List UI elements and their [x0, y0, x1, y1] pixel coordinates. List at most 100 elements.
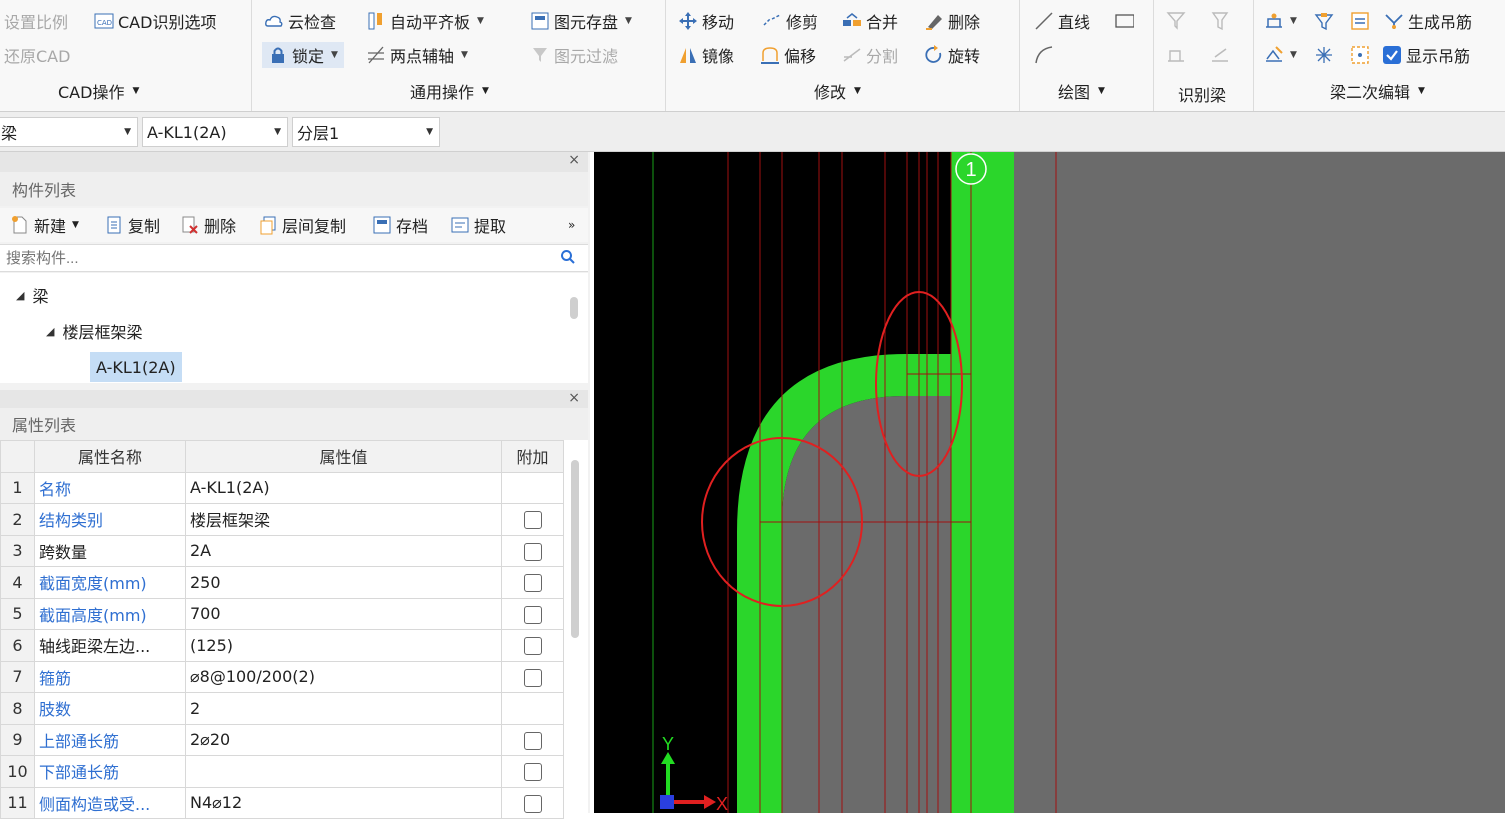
- two-point-axis-button[interactable]: 两点辅轴 ▼: [366, 42, 468, 68]
- lock-button[interactable]: 锁定 ▼: [262, 42, 344, 68]
- delete-component-button[interactable]: 删除: [180, 212, 236, 238]
- property-name: 结构类别: [34, 503, 186, 536]
- property-value[interactable]: [185, 755, 502, 788]
- search-icon[interactable]: [560, 249, 576, 269]
- extra-checkbox[interactable]: [523, 605, 542, 624]
- collapse-triangle-icon[interactable]: ◢: [46, 325, 54, 338]
- beam-edit-tool-3[interactable]: [1350, 8, 1374, 34]
- property-row[interactable]: 9 上部通长筋 2⌀20: [0, 723, 564, 756]
- extra-checkbox[interactable]: [523, 731, 542, 750]
- floor-copy-button[interactable]: 层间复制: [258, 212, 346, 238]
- cad-recognize-options-button[interactable]: CAD CAD识别选项: [94, 8, 216, 34]
- copy-component-button[interactable]: 复制: [104, 212, 160, 238]
- show-hanger-checkbox[interactable]: 显示吊筋: [1382, 42, 1470, 68]
- property-name: 上部通长筋: [34, 723, 186, 756]
- property-scrollbar[interactable]: [571, 460, 579, 638]
- type-select[interactable]: 梁 ▼: [0, 117, 138, 147]
- arc-button[interactable]: [1034, 42, 1058, 68]
- offset-button[interactable]: 偏移: [760, 42, 816, 68]
- property-row[interactable]: 3 跨数量 2A: [0, 534, 564, 567]
- rotate-button[interactable]: 旋转: [924, 42, 980, 68]
- mirror-button[interactable]: 镜像: [678, 42, 734, 68]
- group-label-identify[interactable]: 识别梁: [1178, 83, 1226, 105]
- group-label-general[interactable]: 通用操作 ▼: [410, 80, 489, 102]
- property-value[interactable]: 楼层框架梁: [185, 503, 502, 536]
- property-value[interactable]: 2: [185, 692, 502, 725]
- set-scale-button[interactable]: 设置比例: [4, 8, 68, 34]
- identify-beam-tool-1[interactable]: [1166, 8, 1190, 34]
- ribbon-group-modify: 移动 修剪 合并 删除 镜像 偏移 分割 旋转 修改 ▼: [666, 0, 1020, 111]
- group-label-modify[interactable]: 修改 ▼: [814, 80, 861, 102]
- ribbon-group-general: 云检查 自动平齐板 ▼ 图元存盘 ▼ 锁定 ▼ 两点辅轴 ▼ 图元过滤 通用操作 ▼: [252, 0, 666, 111]
- collapse-triangle-icon[interactable]: ◢: [16, 289, 24, 302]
- cad-canvas[interactable]: 1 Y X: [594, 152, 1505, 813]
- property-value[interactable]: 700: [185, 597, 502, 630]
- line-button[interactable]: 直线: [1034, 8, 1090, 34]
- beam-edit-tool-1[interactable]: ▼: [1264, 8, 1297, 34]
- move-button[interactable]: 移动: [678, 8, 734, 34]
- extra-checkbox[interactable]: [523, 763, 542, 781]
- close-icon[interactable]: ×: [568, 152, 580, 168]
- delete-button[interactable]: 删除: [924, 8, 980, 34]
- merge-button[interactable]: 合并: [842, 8, 898, 34]
- property-row[interactable]: 6 轴线距梁左边... (125): [0, 629, 564, 662]
- save-elements-button[interactable]: 图元存盘 ▼: [530, 8, 632, 34]
- beam-edit-tool-5[interactable]: [1314, 42, 1338, 68]
- tree-node-floor-frame-beam[interactable]: ◢ 楼层框架梁: [46, 317, 142, 345]
- generate-hanger-button[interactable]: 生成吊筋: [1384, 8, 1472, 34]
- identify-beam-tool-4[interactable]: [1210, 42, 1234, 68]
- property-row[interactable]: 5 截面高度(mm) 700: [0, 597, 564, 630]
- property-value[interactable]: A-KL1(2A): [185, 471, 502, 504]
- cad-drawing[interactable]: 1 Y X: [594, 152, 1505, 813]
- group-label-cad[interactable]: CAD操作 ▼: [58, 80, 139, 102]
- header-name[interactable]: 属性名称: [34, 440, 186, 473]
- property-row[interactable]: 8 肢数 2: [0, 692, 564, 725]
- property-value[interactable]: 2⌀20: [185, 723, 502, 756]
- cloud-check-button[interactable]: 云检查: [264, 8, 336, 34]
- new-component-button[interactable]: 新建 ▼: [10, 212, 79, 238]
- split-button[interactable]: 分割: [842, 42, 898, 68]
- property-row[interactable]: 7 箍筋 ⌀8@100/200(2): [0, 660, 564, 693]
- tree-scrollbar[interactable]: [570, 297, 578, 319]
- header-extra[interactable]: 附加: [501, 440, 564, 473]
- property-value[interactable]: 250: [185, 566, 502, 599]
- beam-edit-tool-6[interactable]: [1350, 42, 1374, 68]
- extra-checkbox[interactable]: [523, 574, 542, 592]
- component-select[interactable]: A-KL1(2A) ▼: [142, 117, 288, 147]
- beam-edit-tool-4[interactable]: ▼: [1264, 42, 1297, 68]
- property-row[interactable]: 10 下部通长筋: [0, 755, 564, 788]
- identify-beam-tool-2[interactable]: [1210, 8, 1234, 34]
- group-label-draw[interactable]: 绘图 ▼: [1058, 80, 1105, 102]
- property-row[interactable]: 2 结构类别 楼层框架梁: [0, 503, 564, 536]
- element-filter-button[interactable]: 图元过滤: [530, 42, 618, 68]
- group-label-beam-edit[interactable]: 梁二次编辑 ▼: [1330, 80, 1425, 102]
- property-row[interactable]: 1 名称 A-KL1(2A): [0, 471, 564, 504]
- identify-beam-tool-3[interactable]: [1166, 42, 1190, 68]
- auto-align-slab-button[interactable]: 自动平齐板 ▼: [366, 8, 484, 34]
- header-value[interactable]: 属性值: [185, 440, 502, 473]
- property-value[interactable]: ⌀8@100/200(2): [185, 660, 502, 693]
- close-icon[interactable]: ×: [568, 390, 580, 406]
- extra-checkbox[interactable]: [523, 637, 542, 655]
- property-row[interactable]: 4 截面宽度(mm) 250: [0, 566, 564, 599]
- beam-edit-tool-2[interactable]: [1314, 8, 1338, 34]
- toolbar-overflow-button[interactable]: »: [568, 212, 575, 238]
- trim-button[interactable]: 修剪: [762, 8, 818, 34]
- property-value[interactable]: (125): [185, 629, 502, 662]
- property-value[interactable]: N4⌀12: [185, 786, 502, 819]
- property-value[interactable]: 2A: [185, 534, 502, 567]
- archive-button[interactable]: 存档: [372, 212, 428, 238]
- row-index: 2: [0, 503, 35, 536]
- property-row[interactable]: 11 侧面构造或受... N4⌀12: [0, 786, 564, 819]
- layer-select[interactable]: 分层1 ▼: [292, 117, 440, 147]
- rectangle-button[interactable]: [1114, 8, 1138, 34]
- tree-node-a-kl1[interactable]: A-KL1(2A): [90, 352, 182, 382]
- component-search-input[interactable]: [0, 245, 540, 271]
- extra-checkbox[interactable]: [523, 542, 542, 561]
- tree-node-beam[interactable]: ◢ 梁: [16, 281, 48, 309]
- extract-button[interactable]: 提取: [450, 212, 506, 238]
- extra-checkbox[interactable]: [523, 511, 542, 529]
- extra-checkbox[interactable]: [523, 794, 542, 813]
- restore-cad-button[interactable]: 还原CAD: [4, 42, 70, 68]
- extra-checkbox[interactable]: [523, 668, 542, 687]
